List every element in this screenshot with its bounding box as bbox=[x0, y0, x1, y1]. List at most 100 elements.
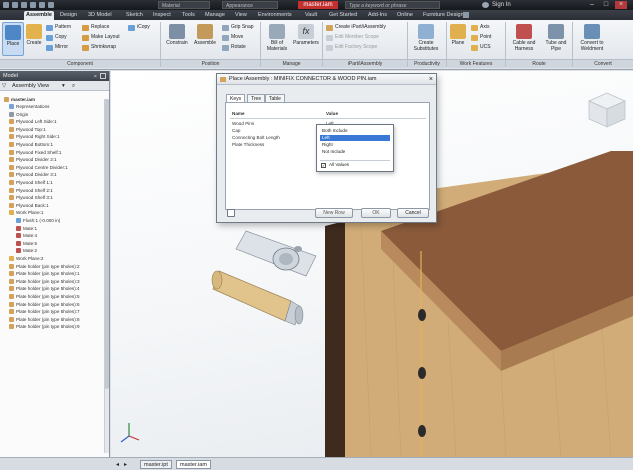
place-button[interactable]: Place bbox=[2, 22, 24, 56]
tree-item[interactable]: Flush:1 (-0.000 in) bbox=[16, 218, 60, 224]
tree-item[interactable]: Mate:5 bbox=[16, 240, 37, 247]
ribbon-options-icon[interactable] bbox=[463, 12, 469, 18]
pattern-button[interactable]: Pattern bbox=[46, 24, 71, 31]
grip-snap-button[interactable]: Grip Snap bbox=[222, 24, 254, 31]
dropdown-option[interactable]: Right bbox=[320, 142, 390, 148]
point-button[interactable]: Point bbox=[471, 34, 491, 41]
tree-item[interactable]: Mate:4 bbox=[16, 233, 37, 239]
tree-item[interactable]: Plywood Back:1 bbox=[9, 202, 49, 209]
replace-button[interactable]: Replace bbox=[82, 24, 109, 31]
convert-weldment-button[interactable]: Convert to Weldment bbox=[575, 24, 609, 52]
maximize-button[interactable]: □ bbox=[600, 1, 612, 9]
tree-item[interactable]: Plywood Right Side:1 bbox=[9, 134, 60, 140]
tree-item[interactable]: Plywood Fixed Shelf:1 bbox=[9, 149, 61, 156]
help-icon[interactable] bbox=[227, 209, 235, 217]
tree-item[interactable]: Plywood Shelf 1:1 bbox=[9, 180, 53, 186]
tree-item[interactable]: Origin bbox=[9, 111, 28, 118]
ucs-button[interactable]: UCS bbox=[471, 44, 491, 51]
tab-add-ins[interactable]: Add-Ins bbox=[366, 11, 389, 20]
assembly-view-dropdown[interactable]: Assembly View bbox=[12, 81, 49, 91]
new-row-button[interactable]: New Row bbox=[315, 208, 353, 218]
bom-button[interactable]: Bill of Materials bbox=[263, 24, 291, 52]
tree-item[interactable]: Plywood Top:1 bbox=[9, 126, 46, 133]
tree-item[interactable]: Plywood Bottom:1 bbox=[9, 142, 53, 148]
edit-member-scope-button[interactable]: Edit Member Scope bbox=[326, 34, 379, 41]
view-cube[interactable] bbox=[588, 92, 626, 128]
tree-root[interactable]: master.iam bbox=[4, 97, 35, 103]
doc-tab-master-iam[interactable]: master.iam bbox=[176, 460, 211, 469]
tree-item[interactable]: Plate holder (pin type 5holes):2 bbox=[9, 263, 80, 270]
search-icon[interactable]: ⌕ bbox=[72, 81, 75, 91]
tab-inspect[interactable]: Inspect bbox=[151, 11, 173, 20]
tab-sketch[interactable]: Sketch bbox=[124, 11, 145, 20]
icopy-button[interactable]: iCopy bbox=[128, 24, 150, 31]
minimize-button[interactable]: – bbox=[586, 1, 598, 9]
tab-design[interactable]: Design bbox=[58, 11, 79, 20]
browser-add-icon[interactable] bbox=[100, 73, 106, 79]
tab-manage[interactable]: Manage bbox=[203, 11, 227, 20]
plane-button[interactable]: Plane bbox=[449, 24, 467, 46]
redo-icon[interactable] bbox=[48, 2, 54, 8]
appearance-dropdown[interactable]: Appearance bbox=[222, 1, 278, 9]
tab-vault[interactable]: Vault bbox=[303, 11, 319, 20]
axis-button[interactable]: Axis bbox=[471, 24, 489, 31]
key-row-name[interactable]: Plate Thickness bbox=[232, 142, 264, 147]
rotate-button[interactable]: Rotate bbox=[222, 44, 246, 51]
key-row-name[interactable]: Connecting Bolt Length bbox=[232, 135, 280, 140]
create-ipart-button[interactable]: Create iPart/iAssembly bbox=[326, 24, 386, 31]
tree-item[interactable]: Mate:1 bbox=[16, 225, 37, 232]
new-icon[interactable] bbox=[12, 2, 18, 8]
tree-item[interactable]: Plywood Divider 3:1 bbox=[9, 172, 57, 178]
material-dropdown[interactable]: Material bbox=[158, 1, 210, 9]
cable-harness-button[interactable]: Cable and Harness bbox=[508, 24, 540, 52]
tree-item[interactable]: Plate holder (pin type 5holes):4 bbox=[9, 286, 80, 292]
all-values-checkbox[interactable]: ✓ bbox=[321, 163, 326, 168]
tab-get-started[interactable]: Get Started bbox=[327, 11, 359, 20]
key-row-name[interactable]: Wood Pins bbox=[232, 121, 254, 126]
tree-item[interactable]: Plate holder (pin type 5holes):6 bbox=[9, 301, 80, 308]
tree-item[interactable]: Plywood Left Side:1 bbox=[9, 119, 57, 125]
cancel-button[interactable]: Cancel bbox=[397, 208, 429, 218]
search-input[interactable]: Type a keyword or phrase bbox=[345, 1, 440, 9]
make-layout-button[interactable]: Make Layout bbox=[82, 34, 120, 41]
app-menu-icon[interactable] bbox=[3, 2, 9, 8]
save-icon[interactable] bbox=[30, 2, 36, 8]
tube-pipe-button[interactable]: Tube and Pipe bbox=[541, 24, 571, 52]
tree-item[interactable]: Plywood Divider 2:1 bbox=[9, 157, 57, 163]
tree-item[interactable]: Plate holder (pin type 5holes):5 bbox=[9, 294, 80, 300]
dropdown-arrow-icon[interactable]: ▾ bbox=[62, 81, 65, 91]
tab-view[interactable]: View bbox=[233, 11, 249, 20]
tree-item[interactable]: Plate holder (pin type 5holes):3 bbox=[9, 278, 80, 285]
tree-item[interactable]: Plate holder (pin type 5holes):9 bbox=[9, 324, 80, 330]
constrain-button[interactable]: Constrain bbox=[163, 24, 191, 46]
create-button[interactable]: Create bbox=[25, 24, 43, 46]
tree-item[interactable]: Work Plane:2 bbox=[9, 256, 44, 262]
browser-scrollbar[interactable] bbox=[104, 99, 109, 453]
tab-environments[interactable]: Environments bbox=[256, 11, 294, 20]
create-substitutes-button[interactable]: Create Substitutes bbox=[410, 24, 442, 52]
filter-icon[interactable]: ▽ bbox=[2, 81, 6, 91]
tab-assemble[interactable]: Assemble bbox=[24, 11, 54, 20]
tree-item[interactable]: Plywood Shelf 2:1 bbox=[9, 187, 53, 194]
mirror-button[interactable]: Mirror bbox=[46, 44, 68, 51]
tab-furniture-design[interactable]: Furniture Design bbox=[421, 11, 466, 20]
key-row-name[interactable]: Cap bbox=[232, 128, 240, 133]
tab-tools[interactable]: Tools bbox=[180, 11, 197, 20]
tree-item[interactable]: Plate holder (pin type 5holes):8 bbox=[9, 316, 80, 323]
tab-scroll-right-icon[interactable]: ▸ bbox=[124, 461, 127, 468]
undo-icon[interactable] bbox=[39, 2, 45, 8]
dialog-close-icon[interactable]: × bbox=[429, 74, 433, 85]
tree-item[interactable]: Plywood Centre Divider:1 bbox=[9, 164, 68, 171]
shrinkwrap-button[interactable]: Shrinkwrap bbox=[82, 44, 116, 51]
parameters-button[interactable]: fx Parameters bbox=[291, 24, 321, 46]
move-button[interactable]: Move bbox=[222, 34, 243, 41]
dropdown-option-selected[interactable]: Left bbox=[320, 135, 390, 141]
edit-factory-scope-button[interactable]: Edit Factory Scope bbox=[326, 44, 377, 51]
tree-item[interactable]: Mate:2 bbox=[16, 248, 37, 254]
scrollbar-thumb[interactable] bbox=[105, 99, 109, 389]
tab-scroll-left-icon[interactable]: ◂ bbox=[116, 461, 119, 468]
close-button[interactable]: × bbox=[615, 1, 627, 9]
ok-button[interactable]: OK bbox=[361, 208, 391, 218]
tree-item[interactable]: Plywood Shelf 3:1 bbox=[9, 195, 53, 201]
doc-tab-master-ipt[interactable]: master.ipt bbox=[140, 460, 172, 469]
